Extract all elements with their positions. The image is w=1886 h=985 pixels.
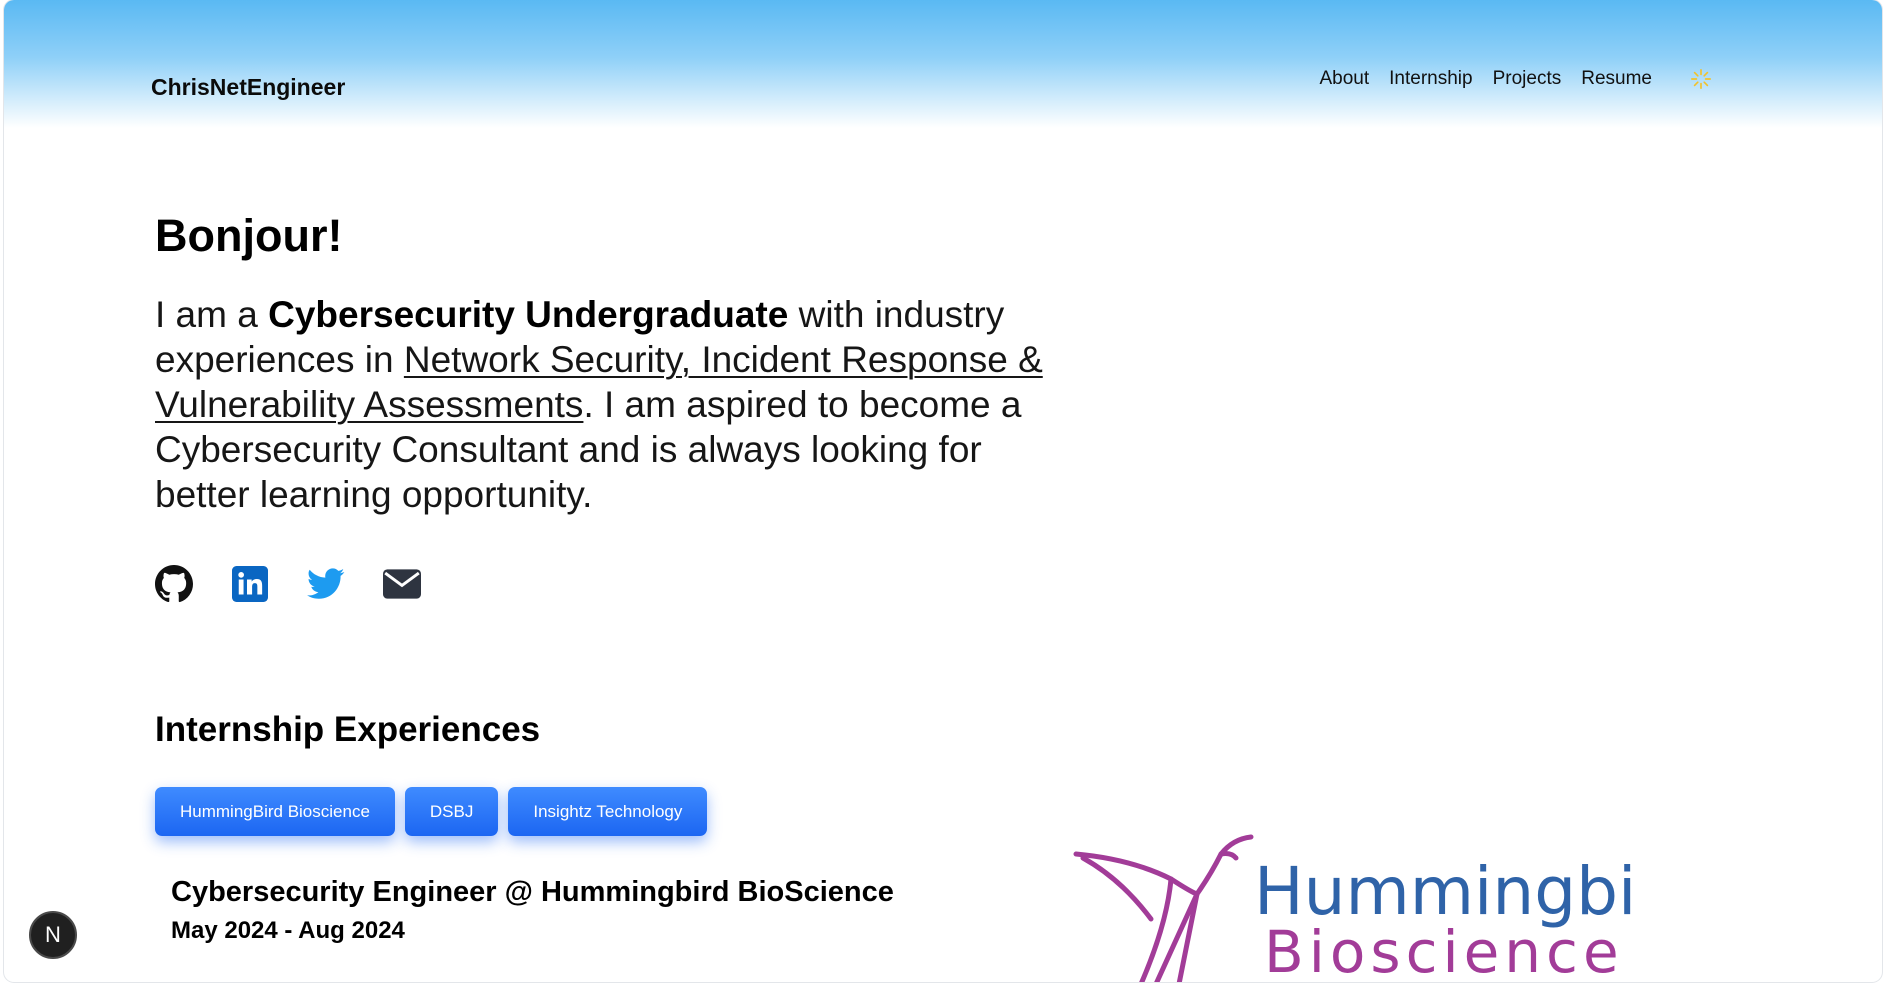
tab-insightz[interactable]: Insightz Technology	[508, 787, 708, 836]
intro-highlight: Cybersecurity Undergraduate	[268, 294, 789, 335]
tab-dsbj[interactable]: DSBJ	[404, 787, 499, 836]
internship-section-title: Internship Experiences	[155, 710, 541, 749]
tab-hummingbird[interactable]: HummingBird Bioscience	[155, 787, 395, 836]
email-icon	[383, 569, 421, 599]
github-icon	[155, 565, 193, 603]
intro-text-start: I am a	[155, 294, 269, 335]
badge-letter: N	[45, 922, 61, 947]
twitter-link[interactable]	[307, 565, 345, 603]
nav-resume-link[interactable]: Resume	[1581, 68, 1652, 90]
hummingbird-bird-icon	[1073, 834, 1254, 982]
theme-toggle-button[interactable]	[1688, 66, 1714, 92]
linkedin-link[interactable]	[231, 565, 269, 603]
main-nav: About Internship Projects Resume	[1320, 66, 1715, 92]
hero-intro: I am a Cybersecurity Undergraduate with …	[155, 292, 1075, 517]
internship-tabs: HummingBird Bioscience DSBJ Insightz Tec…	[155, 787, 708, 836]
email-link[interactable]	[383, 565, 421, 603]
next-devtools-button[interactable]: N	[29, 911, 77, 959]
social-links	[155, 565, 421, 603]
site-brand[interactable]: ChrisNetEngineer	[151, 74, 345, 101]
twitter-icon	[307, 568, 345, 599]
github-link[interactable]	[155, 565, 193, 603]
hummingbird-logo: Hummingbird Bioscience	[1073, 834, 1635, 982]
nav-internship-link[interactable]: Internship	[1389, 68, 1472, 90]
linkedin-icon	[232, 566, 268, 602]
nav-about-link[interactable]: About	[1320, 68, 1370, 90]
page-frame: ChrisNetEngineer About Internship Projec…	[4, 0, 1882, 982]
nav-projects-link[interactable]: Projects	[1493, 68, 1562, 90]
hero-title: Bonjour!	[155, 210, 343, 261]
internship-role: Cybersecurity Engineer @ Hummingbird Bio…	[171, 876, 894, 908]
top-navbar: ChrisNetEngineer About Internship Projec…	[4, 0, 1882, 128]
sun-icon	[1691, 69, 1711, 89]
company-logo: Hummingbird Bioscience	[1071, 834, 1635, 982]
logo-text-line2: Bioscience	[1264, 918, 1624, 982]
internship-dates: May 2024 - Aug 2024	[171, 917, 405, 944]
